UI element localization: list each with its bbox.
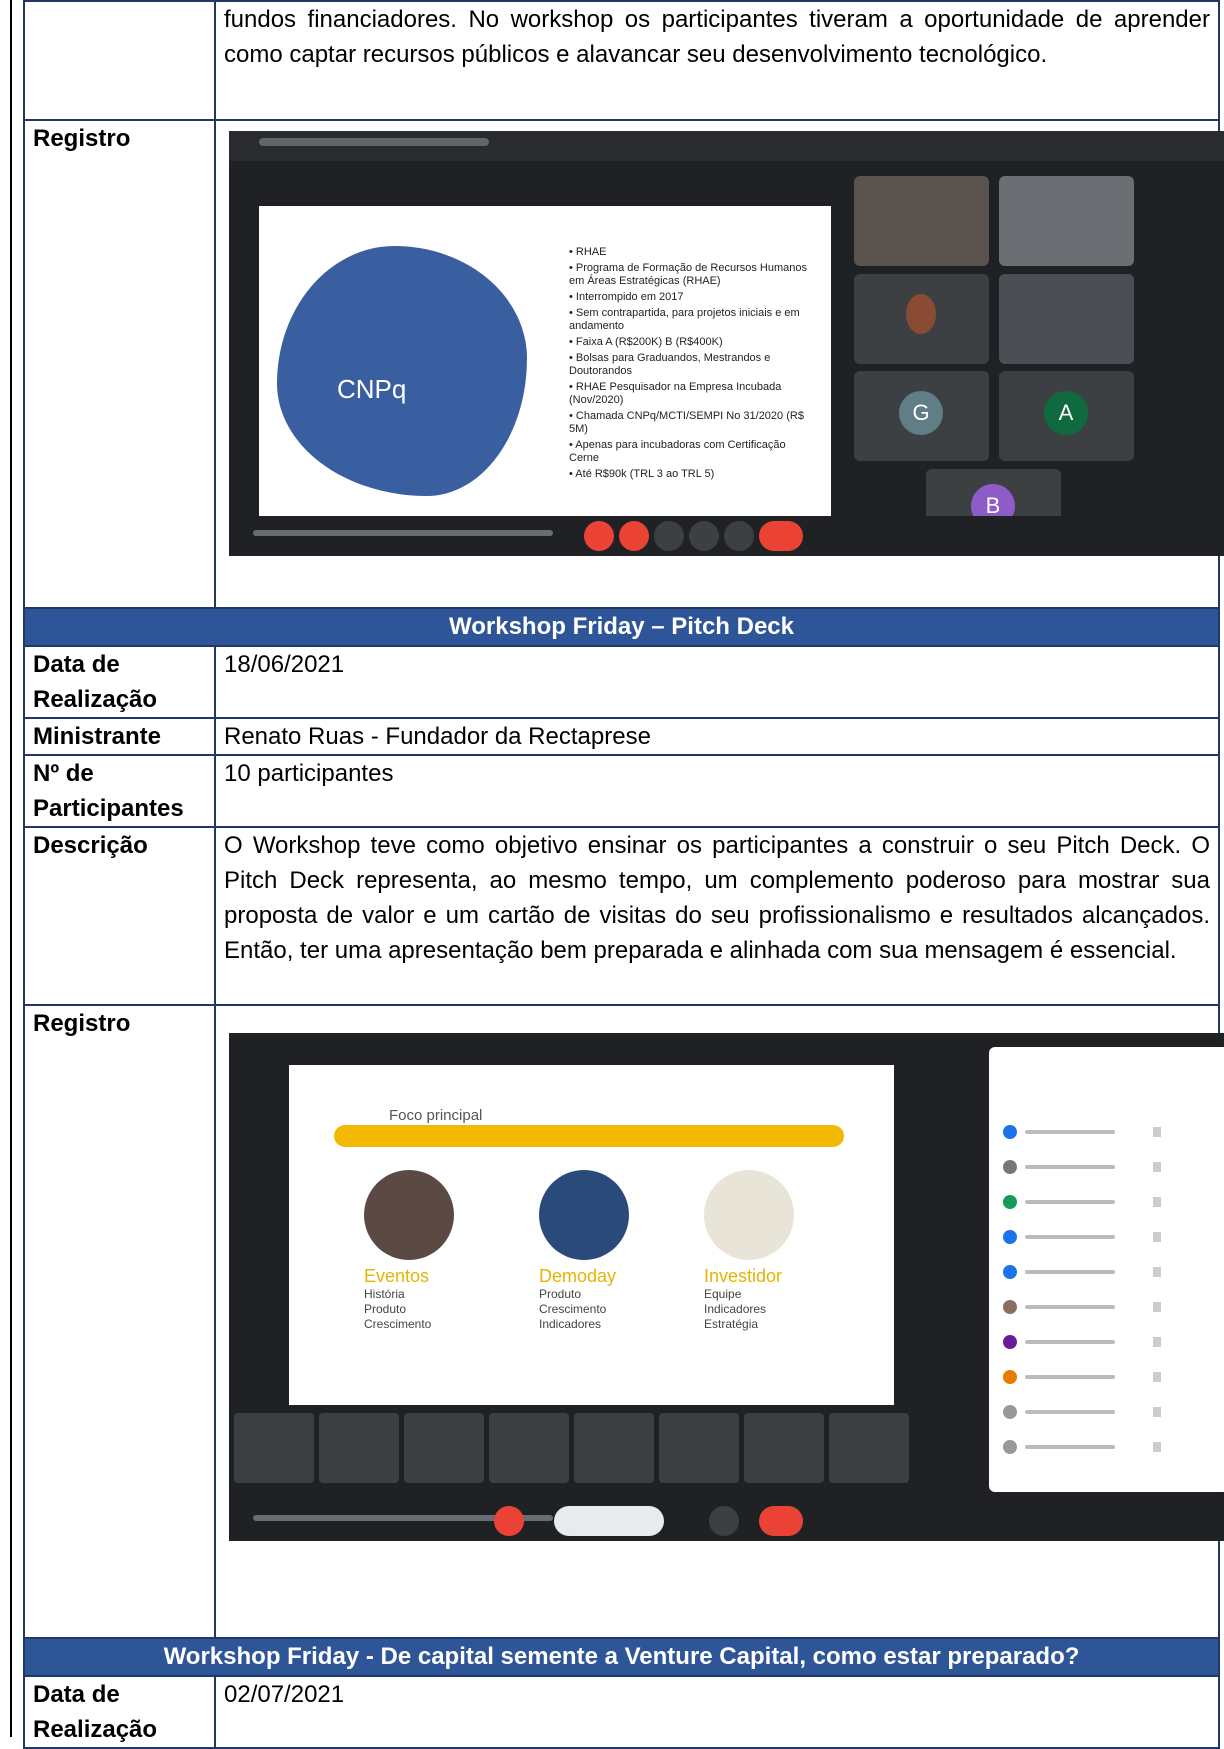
participant-tile (854, 176, 989, 266)
participant-tile (319, 1413, 399, 1483)
participant-tile: G (854, 371, 989, 461)
slide: CNPq • RHAE • Programa de Formação de Rec… (259, 206, 831, 518)
participant-strip (229, 1413, 979, 1493)
end-call-button[interactable] (759, 1506, 803, 1536)
section-header: Workshop Friday - De capital semente a V… (23, 1637, 1220, 1677)
table-row: Data de Realização 02/07/2021 (23, 1675, 1220, 1749)
table-row: fundos financiadores. No workshop os par… (23, 0, 1220, 121)
table-row: Descrição O Workshop teve como objetivo … (23, 826, 1220, 1006)
meeting-screenshot-cnpq: CNPq • RHAE • Programa de Formação de Rec… (229, 131, 1224, 556)
hand-button[interactable] (709, 1506, 739, 1536)
more-button[interactable] (724, 521, 754, 551)
participant-tile (999, 274, 1134, 364)
slide-bullet: • Faixa A (R$200K) B (R$400K) (569, 336, 723, 348)
slide-graphic (277, 246, 527, 496)
participant-tile: A (999, 371, 1134, 461)
photo-circle (539, 1170, 629, 1260)
row-label: Registro (23, 119, 216, 609)
slide-bullet: • Sem contrapartida, para projetos inici… (569, 307, 800, 332)
slide-bullets: • RHAE • Programa de Formação de Recursos… (569, 246, 814, 484)
photo-circle (364, 1170, 454, 1260)
meeting-screenshot-pitch: Foco principal Eventos História Produto Cr… (229, 1033, 1224, 1541)
slide-bullet: • Apenas para incubadoras com Certificaç… (569, 439, 786, 464)
mic-button[interactable] (584, 521, 614, 551)
slide-bullet: • RHAE (569, 246, 607, 258)
meeting-controls (229, 516, 1224, 556)
hand-button[interactable] (654, 521, 684, 551)
participant-tile (574, 1413, 654, 1483)
slide-bullet: • Programa de Formação de Recursos Human… (569, 262, 808, 287)
participant-tile (829, 1413, 909, 1483)
slide-bullet: • Até R$90k (TRL 3 ao TRL 5) (569, 468, 715, 480)
left-margin-line (10, 0, 12, 1737)
meeting-controls (229, 1501, 1224, 1541)
slide-title: CNPq (337, 374, 407, 404)
table-row: Ministrante Renato Ruas - Fundador da Re… (23, 717, 1220, 756)
slide-bullet: • Chamada CNPq/MCTI/SEMPI No 31/2020 (R$… (569, 410, 804, 435)
participant-tile (234, 1413, 314, 1483)
photo-circle (704, 1170, 794, 1260)
continued-description: fundos financiadores. No workshop os par… (214, 0, 1220, 121)
people-panel[interactable] (989, 1047, 1224, 1492)
participant-tile (404, 1413, 484, 1483)
mic-button[interactable] (494, 1506, 524, 1536)
description: O Workshop teve como objetivo ensinar os… (214, 826, 1220, 1006)
table-row: Data de Realização 18/06/2021 (23, 645, 1220, 719)
participant-tile (489, 1413, 569, 1483)
slide: Foco principal Eventos História Produto Cr… (289, 1065, 894, 1405)
table-row: Registro CNPq • RHAE • Programa de Formaç… (23, 119, 1224, 609)
participant-tile (659, 1413, 739, 1483)
slide-bullet: • RHAE Pesquisador na Empresa Incubada (… (569, 381, 782, 406)
participant-tile (999, 176, 1134, 266)
workshop-table: fundos financiadores. No workshop os par… (23, 0, 1224, 1749)
participant-tile (744, 1413, 824, 1483)
table-row: Registro Foco principal Eventos História… (23, 1004, 1224, 1639)
present-button[interactable] (689, 521, 719, 551)
volume-slider[interactable] (554, 1506, 664, 1536)
end-call-button[interactable] (759, 521, 803, 551)
camera-button[interactable] (619, 521, 649, 551)
participant-tile (854, 274, 989, 364)
slide-bullet: • Interrompido em 2017 (569, 291, 684, 303)
section-header: Workshop Friday – Pitch Deck (23, 607, 1220, 647)
table-row: Nº de Participantes 10 participantes (23, 754, 1220, 828)
slide-bullet: • Bolsas para Graduandos, Mestrandos e D… (569, 352, 771, 377)
